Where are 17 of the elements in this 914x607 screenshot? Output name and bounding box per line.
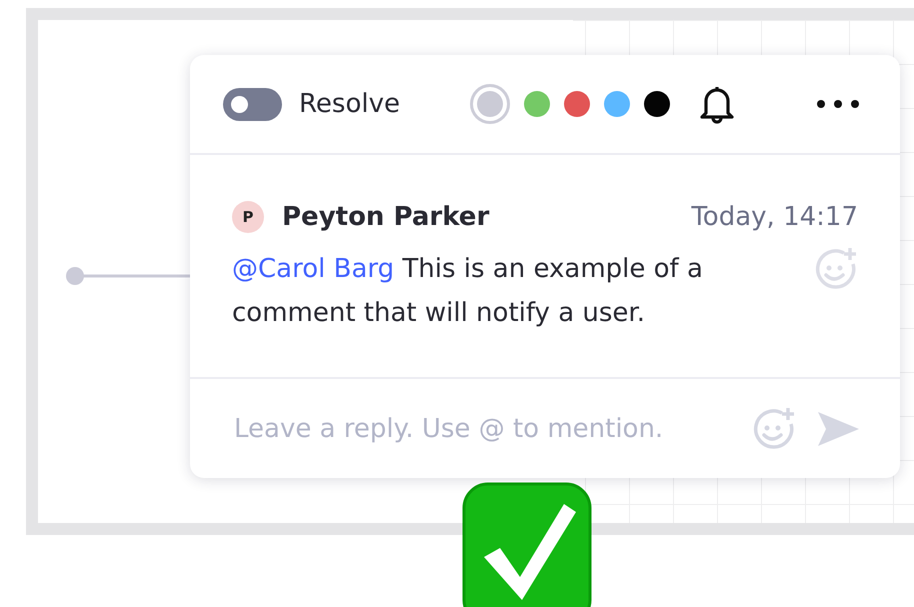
mention-link[interactable]: @Carol Barg — [232, 254, 394, 284]
more-icon[interactable] — [816, 99, 860, 109]
comment-text: @Carol Barg This is an example of a comment that will notify a user. — [232, 253, 704, 330]
color-dot[interactable] — [604, 91, 630, 117]
comment-time: Today, 14:17 — [691, 202, 858, 232]
add-emoji-icon[interactable] — [814, 247, 858, 291]
color-dot[interactable] — [524, 91, 550, 117]
avatar: P — [232, 201, 264, 233]
color-dot[interactable] — [564, 91, 590, 117]
color-dot[interactable] — [644, 91, 670, 117]
color-dot[interactable] — [470, 84, 510, 124]
resolve-label: Resolve — [299, 89, 400, 119]
resolve-toggle[interactable] — [223, 88, 282, 120]
send-icon[interactable] — [816, 410, 860, 448]
author-name: Peyton Parker — [282, 202, 490, 232]
bell-icon[interactable] — [698, 84, 736, 124]
add-emoji-icon[interactable] — [752, 406, 796, 450]
